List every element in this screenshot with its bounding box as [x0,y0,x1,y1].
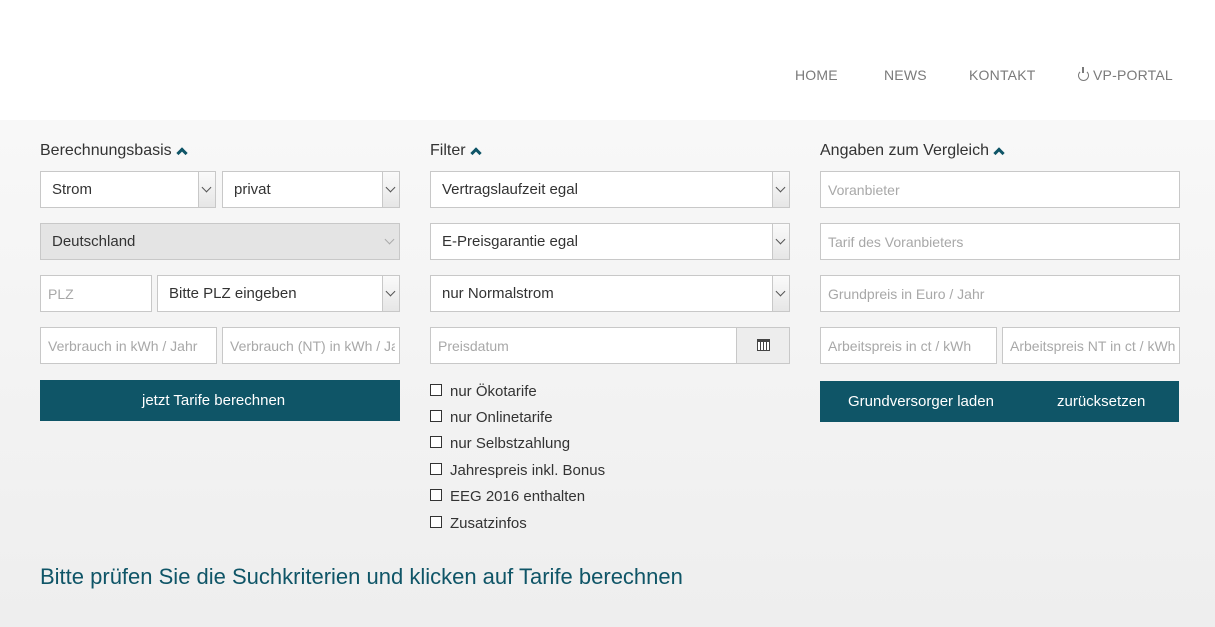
checkbox-box[interactable] [430,489,442,501]
chevron-down-icon [772,276,789,311]
grundpreis-input[interactable]: Grundpreis in Euro / Jahr [820,275,1180,312]
nav-kontakt[interactable]: KONTAKT [969,67,1035,83]
checkbox-zusatzinfos[interactable]: Zusatzinfos [430,515,527,532]
calendar-icon [757,339,770,351]
checkbox-selbstzahlung[interactable]: nur Selbstzahlung [430,435,570,452]
verbrauch-nt-placeholder: Verbrauch (NT) in kWh / Jahr [230,338,395,354]
checkbox-box[interactable] [430,410,442,422]
chevron-down-icon [382,276,399,311]
verbrauch-placeholder: Verbrauch in kWh / Jahr [48,338,198,354]
checkbox-onlinetarife[interactable]: nur Onlinetarife [430,409,553,426]
checkbox-label: EEG 2016 enthalten [450,488,586,505]
arbeitspreis-input[interactable]: Arbeitspreis in ct / kWh [820,327,997,364]
berechnungsbasis-heading-label: Berechnungsbasis [40,142,172,159]
energy-type-value: Strom [52,181,93,198]
customer-type-select[interactable]: privat [222,171,400,208]
chevron-up-icon [469,147,482,159]
chevron-down-icon [382,224,399,259]
checkbox-oekotarife[interactable]: nur Ökotarife [430,383,537,400]
country-select: Deutschland [40,223,400,260]
verbrauch-input[interactable]: Verbrauch in kWh / Jahr [40,327,217,364]
grundpreis-placeholder: Grundpreis in Euro / Jahr [828,286,985,302]
top-header: HOME NEWS KONTAKT VP-PORTAL [0,0,1215,120]
voranbieter-input[interactable]: Voranbieter [820,171,1180,208]
nav-home[interactable]: HOME [795,67,838,83]
stromart-select[interactable]: nur Normalstrom [430,275,790,312]
info-message: Bitte prüfen Sie die Suchkriterien und k… [40,564,683,589]
plz-location-value: Bitte PLZ eingeben [169,285,297,302]
tarif-voranbieter-input[interactable]: Tarif des Voranbieters [820,223,1180,260]
main-nav: HOME NEWS KONTAKT VP-PORTAL [0,67,1215,87]
checkbox-box[interactable] [430,516,442,528]
arbeitspreis-placeholder: Arbeitspreis in ct / kWh [828,338,972,354]
plz-location-select[interactable]: Bitte PLZ eingeben [157,275,400,312]
country-value: Deutschland [52,233,136,250]
arbeitspreis-nt-placeholder: Arbeitspreis NT in ct / kWh [1010,338,1175,354]
chevron-down-icon [198,172,215,207]
calculate-button[interactable]: jetzt Tarife berechnen [40,380,400,421]
customer-type-value: privat [234,181,271,198]
preisdatum-input[interactable]: Preisdatum [430,327,790,364]
filter-heading-label: Filter [430,142,466,159]
nav-vp-portal[interactable]: VP-PORTAL [1078,67,1173,83]
chevron-down-icon [382,172,399,207]
calculate-button-label: jetzt Tarife berechnen [142,392,286,409]
voranbieter-placeholder: Voranbieter [828,182,900,198]
chevron-up-icon [993,147,1005,159]
checkbox-label: nur Selbstzahlung [450,435,571,452]
plz-input[interactable]: PLZ [40,275,152,312]
plz-placeholder: PLZ [48,286,74,302]
checkbox-box[interactable] [430,463,442,475]
checkbox-box[interactable] [430,384,442,396]
checkbox-eeg-2016[interactable]: EEG 2016 enthalten [430,488,585,505]
chevron-down-icon [772,172,789,207]
checkbox-jahrespreis-bonus[interactable]: Jahrespreis inkl. Bonus [430,462,605,479]
calculator-panel: Berechnungsbasis Strom privat Deutschlan… [0,120,1215,627]
reset-button[interactable]: zurücksetzen [1057,393,1145,410]
calendar-button[interactable] [736,328,789,363]
chevron-up-icon [175,147,188,159]
nav-news[interactable]: NEWS [884,67,927,83]
grundversorger-button-group: Grundversorger laden zurücksetzen [820,381,1179,422]
preisgarantie-select[interactable]: E-Preisgarantie egal [430,223,790,260]
checkbox-label: Jahrespreis inkl. Bonus [450,462,606,479]
checkbox-label: Zusatzinfos [450,515,527,532]
preisgarantie-value: E-Preisgarantie egal [442,233,578,250]
berechnungsbasis-heading[interactable]: Berechnungsbasis [40,142,188,160]
preisdatum-placeholder: Preisdatum [438,338,509,354]
vertragslaufzeit-select[interactable]: Vertragslaufzeit egal [430,171,790,208]
load-grundversorger-button[interactable]: Grundversorger laden [848,393,994,410]
nav-vp-portal-label: VP-PORTAL [1093,67,1173,83]
stromart-value: nur Normalstrom [442,285,554,302]
energy-type-select[interactable]: Strom [40,171,216,208]
vergleich-heading[interactable]: Angaben zum Vergleich [820,142,1005,160]
chevron-down-icon [772,224,789,259]
vertragslaufzeit-value: Vertragslaufzeit egal [442,181,578,198]
tarif-voranbieter-placeholder: Tarif des Voranbieters [828,234,964,250]
vergleich-heading-label: Angaben zum Vergleich [820,142,989,159]
checkbox-label: nur Ökotarife [450,383,537,400]
arbeitspreis-nt-input[interactable]: Arbeitspreis NT in ct / kWh [1002,327,1180,364]
checkbox-label: nur Onlinetarife [450,409,553,426]
filter-heading[interactable]: Filter [430,142,482,160]
checkbox-box[interactable] [430,436,442,448]
power-icon [1078,67,1089,81]
verbrauch-nt-input[interactable]: Verbrauch (NT) in kWh / Jahr [222,327,400,364]
